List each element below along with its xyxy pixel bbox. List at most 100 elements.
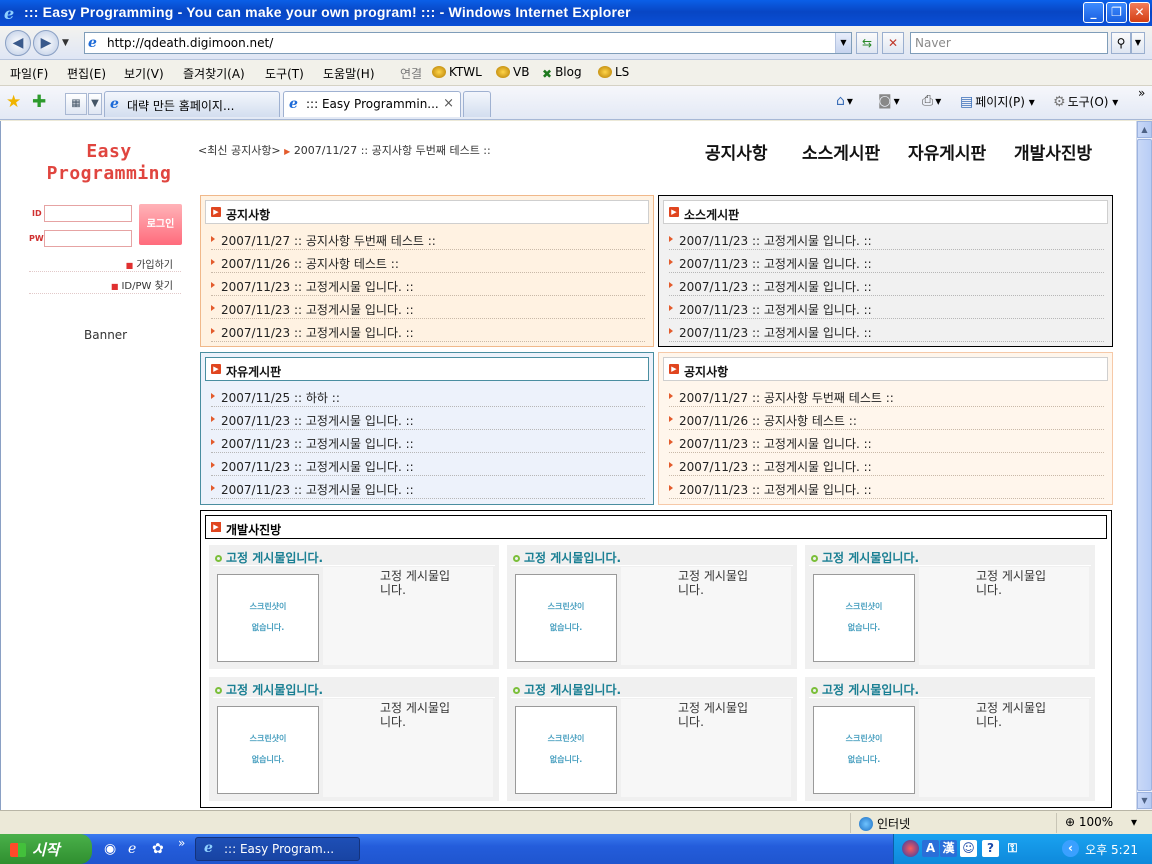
board-title[interactable]: 소스게시판 (684, 206, 739, 223)
card-thumbnail[interactable]: 스크린샷이 없습니다. (217, 706, 319, 794)
site-logo[interactable]: Easy Programming (39, 141, 179, 185)
minimize-button[interactable]: _ (1083, 2, 1104, 23)
search-options-dropdown[interactable]: ▼ (1131, 32, 1145, 54)
list-item[interactable]: 2007/11/26 :: 공지사항 테스트 :: (211, 250, 645, 273)
link-vb[interactable]: VB (496, 65, 529, 79)
history-dropdown-icon[interactable]: ▼ (62, 38, 69, 48)
menu-view[interactable]: 보기(V) (124, 65, 164, 82)
start-button[interactable]: 시작 (0, 834, 92, 864)
add-favorites-icon[interactable]: ✚ (32, 92, 46, 112)
tools-menu[interactable]: ⚙ 도구(O) ▾ (1053, 93, 1118, 110)
nav-dev-gallery[interactable]: 개발사진방 (1014, 139, 1092, 164)
link-ls[interactable]: LS (598, 65, 629, 79)
banner[interactable]: Banner (84, 328, 127, 342)
menu-edit[interactable]: 편집(E) (67, 65, 106, 82)
quicklaunch-ie-icon[interactable]: ◉ (104, 841, 116, 857)
list-item[interactable]: 2007/11/23 :: 고정게시물 입니다. :: (669, 227, 1104, 250)
nav-source-board[interactable]: 소스게시판 (802, 139, 880, 164)
gallery-title[interactable]: 개발사진방 (226, 521, 281, 538)
nav-free-board[interactable]: 자유게시판 (908, 139, 986, 164)
card-thumbnail[interactable]: 스크린샷이 없습니다. (515, 574, 617, 662)
card-thumbnail[interactable]: 스크린샷이 없습니다. (813, 574, 915, 662)
refresh-button[interactable]: ⇆ (856, 32, 878, 54)
vertical-scrollbar[interactable]: ▲ ▼ (1136, 121, 1152, 810)
gallery-card[interactable]: 고정 게시물입니다. 스크린샷이 없습니다. 고정 게시물입 니다. (805, 545, 1095, 669)
quick-tabs-button[interactable]: ▦ (65, 93, 87, 115)
menu-tools[interactable]: 도구(T) (265, 65, 304, 82)
tab-list-dropdown[interactable]: ▼ (88, 93, 102, 115)
card-title[interactable]: 고정 게시물입니다. (513, 549, 621, 566)
new-tab-button[interactable] (463, 91, 491, 117)
list-item[interactable]: 2007/11/27 :: 공지사항 두번째 테스트 :: (211, 227, 645, 250)
zoom-control[interactable]: ⊕ 100% ▾ (1056, 813, 1152, 833)
window-title-bar[interactable]: e ::: Easy Programming - You can make yo… (0, 0, 1152, 26)
gallery-card[interactable]: 고정 게시물입니다. 스크린샷이 없습니다. 고정 게시물입 니다. (209, 545, 499, 669)
address-dropdown-icon[interactable]: ▼ (835, 33, 851, 53)
language-icon[interactable] (902, 840, 919, 857)
card-title[interactable]: 고정 게시물입니다. (811, 549, 919, 566)
list-item[interactable]: 2007/11/23 :: 고정게시물 입니다. :: (669, 250, 1104, 273)
taskbar-item-ie[interactable]: e ::: Easy Program... (195, 837, 360, 861)
quicklaunch-more-icon[interactable]: » (178, 836, 185, 850)
list-item[interactable]: 2007/11/23 :: 고정게시물 입니다. :: (211, 273, 645, 296)
link-ktwl[interactable]: KTWL (432, 65, 482, 79)
toolbar-overflow-icon[interactable]: » (1138, 86, 1145, 100)
zoom-dropdown-icon[interactable]: ▾ (1131, 815, 1137, 829)
gallery-card[interactable]: 고정 게시물입니다. 스크린샷이 없습니다. 고정 게시물입 니다. (209, 677, 499, 801)
list-item[interactable]: 2007/11/23 :: 고정게시물 입니다. :: (669, 476, 1104, 499)
card-title[interactable]: 고정 게시물입니다. (513, 681, 621, 698)
list-item[interactable]: 2007/11/23 :: 고정게시물 입니다. :: (669, 430, 1104, 453)
search-button[interactable]: ⚲ (1111, 32, 1131, 54)
find-id-pw-link[interactable]: ■ ID/PW 찾기 (111, 277, 173, 292)
list-item[interactable]: 2007/11/26 :: 공지사항 테스트 :: (669, 407, 1104, 430)
list-item[interactable]: 2007/11/23 :: 고정게시물 입니다. :: (669, 319, 1104, 342)
list-item[interactable]: 2007/11/23 :: 고정게시물 입니다. :: (211, 476, 645, 499)
board-title[interactable]: 공지사항 (684, 363, 728, 380)
quicklaunch-app-icon[interactable]: ✿ (152, 841, 164, 857)
feeds-button[interactable]: ◙ ▾ (878, 93, 900, 109)
card-thumbnail[interactable]: 스크린샷이 없습니다. (217, 574, 319, 662)
home-button[interactable]: ⌂ ▾ (836, 93, 853, 109)
tab-homepage[interactable]: e 대략 만든 홈페이지... (104, 91, 280, 117)
ime-hanja-icon[interactable]: 漢 (940, 840, 957, 857)
latest-notice[interactable]: <최신 공지사항> ▶ 2007/11/27 :: 공지사항 두번째 테스트 :… (198, 142, 491, 158)
forward-button[interactable]: ▶ (33, 30, 59, 56)
close-button[interactable]: ✕ (1129, 2, 1150, 23)
card-title[interactable]: 고정 게시물입니다. (215, 549, 323, 566)
maximize-button[interactable]: ❐ (1106, 2, 1127, 23)
gallery-card[interactable]: 고정 게시물입니다. 스크린샷이 없습니다. 고정 게시물입 니다. (507, 677, 797, 801)
join-link[interactable]: ■ 가입하기 (126, 256, 173, 271)
list-item[interactable]: 2007/11/23 :: 고정게시물 입니다. :: (211, 319, 645, 342)
nav-notice[interactable]: 공지사항 (705, 139, 768, 164)
menu-file[interactable]: 파일(F) (10, 65, 48, 82)
favorites-star-icon[interactable]: ★ (6, 92, 21, 112)
page-menu[interactable]: ▤ 페이지(P) ▾ (960, 93, 1035, 110)
menu-favorites[interactable]: 즐겨찾기(A) (183, 65, 245, 82)
ime-settings-icon[interactable]: ☺ (960, 840, 977, 857)
list-item[interactable]: 2007/11/23 :: 고정게시물 입니다. :: (211, 407, 645, 430)
card-title[interactable]: 고정 게시물입니다. (215, 681, 323, 698)
gallery-card[interactable]: 고정 게시물입니다. 스크린샷이 없습니다. 고정 게시물입 니다. (805, 677, 1095, 801)
network-icon[interactable]: ⚿ (1004, 840, 1021, 857)
login-button[interactable]: 로그인 (139, 204, 182, 245)
card-thumbnail[interactable]: 스크린샷이 없습니다. (813, 706, 915, 794)
clock[interactable]: 오후 5:21 (1085, 841, 1138, 858)
stop-button[interactable]: ✕ (882, 32, 904, 54)
card-title[interactable]: 고정 게시물입니다. (811, 681, 919, 698)
board-title[interactable]: 자유게시판 (226, 363, 281, 380)
scroll-thumb[interactable] (1137, 139, 1152, 791)
help-icon[interactable]: ? (982, 840, 999, 857)
search-input[interactable]: Naver (910, 32, 1108, 54)
security-zone[interactable]: 인터넷 (850, 813, 1055, 833)
scroll-down-icon[interactable]: ▼ (1137, 792, 1152, 809)
print-button[interactable]: ⎙ ▾ (922, 93, 941, 109)
card-thumbnail[interactable]: 스크린샷이 없습니다. (515, 706, 617, 794)
list-item[interactable]: 2007/11/25 :: 하하 :: (211, 384, 645, 407)
ime-a-icon[interactable]: A (922, 840, 939, 857)
gallery-card[interactable]: 고정 게시물입니다. 스크린샷이 없습니다. 고정 게시물입 니다. (507, 545, 797, 669)
list-item[interactable]: 2007/11/23 :: 고정게시물 입니다. :: (669, 296, 1104, 319)
list-item[interactable]: 2007/11/23 :: 고정게시물 입니다. :: (669, 453, 1104, 476)
list-item[interactable]: 2007/11/23 :: 고정게시물 입니다. :: (211, 430, 645, 453)
list-item[interactable]: 2007/11/23 :: 고정게시물 입니다. :: (669, 273, 1104, 296)
list-item[interactable]: 2007/11/23 :: 고정게시물 입니다. :: (211, 296, 645, 319)
